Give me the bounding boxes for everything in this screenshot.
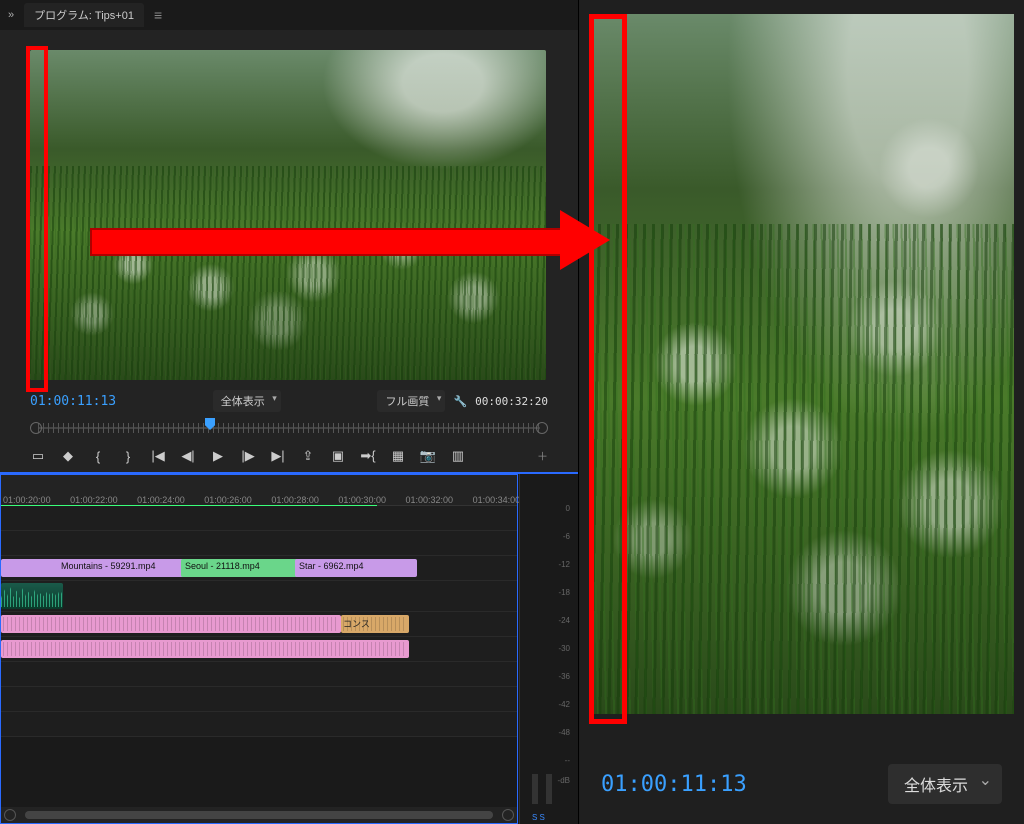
transport-controls: ▭ ◆ { } |◀ ◀| ▶ |▶ ▶| ⇪ ▣ ➡{ ▦ 📷 ▥ ＋	[0, 440, 578, 472]
meter-label: -30	[558, 644, 570, 653]
timeline-clip[interactable]	[389, 559, 417, 577]
sequence-duration: 00:00:32:20	[475, 395, 548, 408]
meter-label: 0	[566, 504, 570, 513]
ruler-tick: 01:00:26:00	[204, 495, 252, 505]
go-to-in-button[interactable]: |◀	[150, 448, 166, 464]
step-back-button[interactable]: ◀|	[180, 448, 196, 464]
step-forward-button[interactable]: |▶	[240, 448, 256, 464]
meter-label: --	[565, 756, 570, 765]
audio-track-5[interactable]	[1, 687, 517, 712]
video-track-2[interactable]	[1, 531, 517, 556]
program-tab[interactable]: プログラム: Tips+01	[24, 3, 144, 27]
ruler-tick: 01:00:30:00	[338, 495, 386, 505]
scrub-bar[interactable]	[30, 418, 548, 438]
audio-track-3[interactable]	[1, 637, 517, 662]
meter-label: -24	[558, 616, 570, 625]
settings-icon[interactable]: 🔧	[453, 395, 467, 408]
meter-label: -6	[563, 532, 570, 541]
video-track-1[interactable]: Mountains - 59291.mp4 Seoul - 21118.mp4 …	[1, 556, 517, 581]
zoomed-timecode[interactable]: 01:00:11:13	[601, 772, 747, 797]
meter-label: -12	[558, 560, 570, 569]
ruler-tick: 01:00:24:00	[137, 495, 185, 505]
mark-in-button[interactable]: ◆	[60, 448, 76, 464]
meter-label: -18	[558, 588, 570, 597]
timeline-ruler[interactable]: 01:00:20:00 01:00:22:00 01:00:24:00 01:0…	[1, 475, 517, 506]
in-bracket-button[interactable]: {	[90, 448, 106, 464]
audio-clip[interactable]	[1, 583, 63, 609]
ruler-tick: 01:00:28:00	[271, 495, 319, 505]
audio-clip[interactable]	[1, 640, 409, 658]
audio-track-2[interactable]: コンス	[1, 612, 517, 637]
zoom-handle-right[interactable]	[502, 809, 514, 821]
ruler-tick: 01:00:22:00	[70, 495, 118, 505]
play-button[interactable]: ▶	[210, 448, 226, 464]
program-monitor	[30, 50, 548, 380]
timeline-clip[interactable]: Seoul - 21118.mp4	[181, 559, 301, 577]
ruler-tick: 01:00:34:00	[473, 495, 521, 505]
quality-dropdown[interactable]: フル画質	[377, 390, 445, 412]
panel-collapse-icon[interactable]: »	[8, 9, 14, 21]
audio-clip[interactable]: コンス	[341, 615, 409, 633]
meter-label: -36	[558, 672, 570, 681]
program-tab-bar: » プログラム: Tips+01 ≡	[0, 0, 578, 30]
zoom-handle-left[interactable]	[4, 809, 16, 821]
audio-track-4[interactable]	[1, 662, 517, 687]
meter-label: -48	[558, 728, 570, 737]
ruler-tick: 01:00:32:00	[405, 495, 453, 505]
timeline-clip[interactable]: Star - 6962.mp4	[295, 559, 395, 577]
audio-track-6[interactable]	[1, 712, 517, 737]
zoomed-monitor	[589, 14, 1014, 744]
timeline-clip[interactable]	[1, 559, 63, 577]
overwrite-button[interactable]: ▦	[390, 448, 406, 464]
export-frame-button[interactable]: ⇪	[300, 448, 316, 464]
panel-menu-icon[interactable]: ≡	[154, 7, 162, 23]
current-timecode[interactable]: 01:00:11:13	[30, 394, 116, 409]
program-preview[interactable]	[30, 50, 546, 380]
button-editor-icon[interactable]: ＋	[537, 448, 548, 464]
audio-clip[interactable]	[1, 615, 341, 633]
zoomed-zoom-dropdown[interactable]: 全体表示	[888, 764, 1002, 804]
meter-label: -dB	[558, 776, 570, 785]
audio-meters: 0 -6 -12 -18 -24 -30 -36 -42 -48 -- -dB …	[519, 474, 578, 824]
insert-button[interactable]: ➡{	[360, 448, 376, 464]
zoomed-preview[interactable]	[589, 14, 1014, 714]
camera-icon[interactable]: 📷	[420, 448, 436, 464]
lift-button[interactable]: ▣	[330, 448, 346, 464]
scrub-start-handle[interactable]	[30, 422, 42, 434]
zoom-dropdown[interactable]: 全体表示	[213, 390, 281, 412]
audio-track-1[interactable]	[1, 581, 517, 612]
timeline-panel: 01:00:20:00 01:00:22:00 01:00:24:00 01:0…	[0, 472, 578, 824]
ruler-tick: 01:00:20:00	[3, 495, 51, 505]
meter-bar-right	[546, 774, 552, 804]
solo-buttons[interactable]: S S	[532, 813, 545, 822]
out-bracket-button[interactable]: }	[120, 448, 136, 464]
compare-button[interactable]: ▥	[450, 448, 466, 464]
add-marker-button[interactable]: ▭	[30, 448, 46, 464]
timeline-clip[interactable]: Mountains - 59291.mp4	[57, 559, 187, 577]
go-to-out-button[interactable]: ▶|	[270, 448, 286, 464]
scrub-end-handle[interactable]	[536, 422, 548, 434]
meter-bar-left	[532, 774, 538, 804]
timeline-zoom-bar[interactable]	[1, 807, 517, 823]
meter-label: -42	[558, 700, 570, 709]
video-track-3[interactable]	[1, 506, 517, 531]
